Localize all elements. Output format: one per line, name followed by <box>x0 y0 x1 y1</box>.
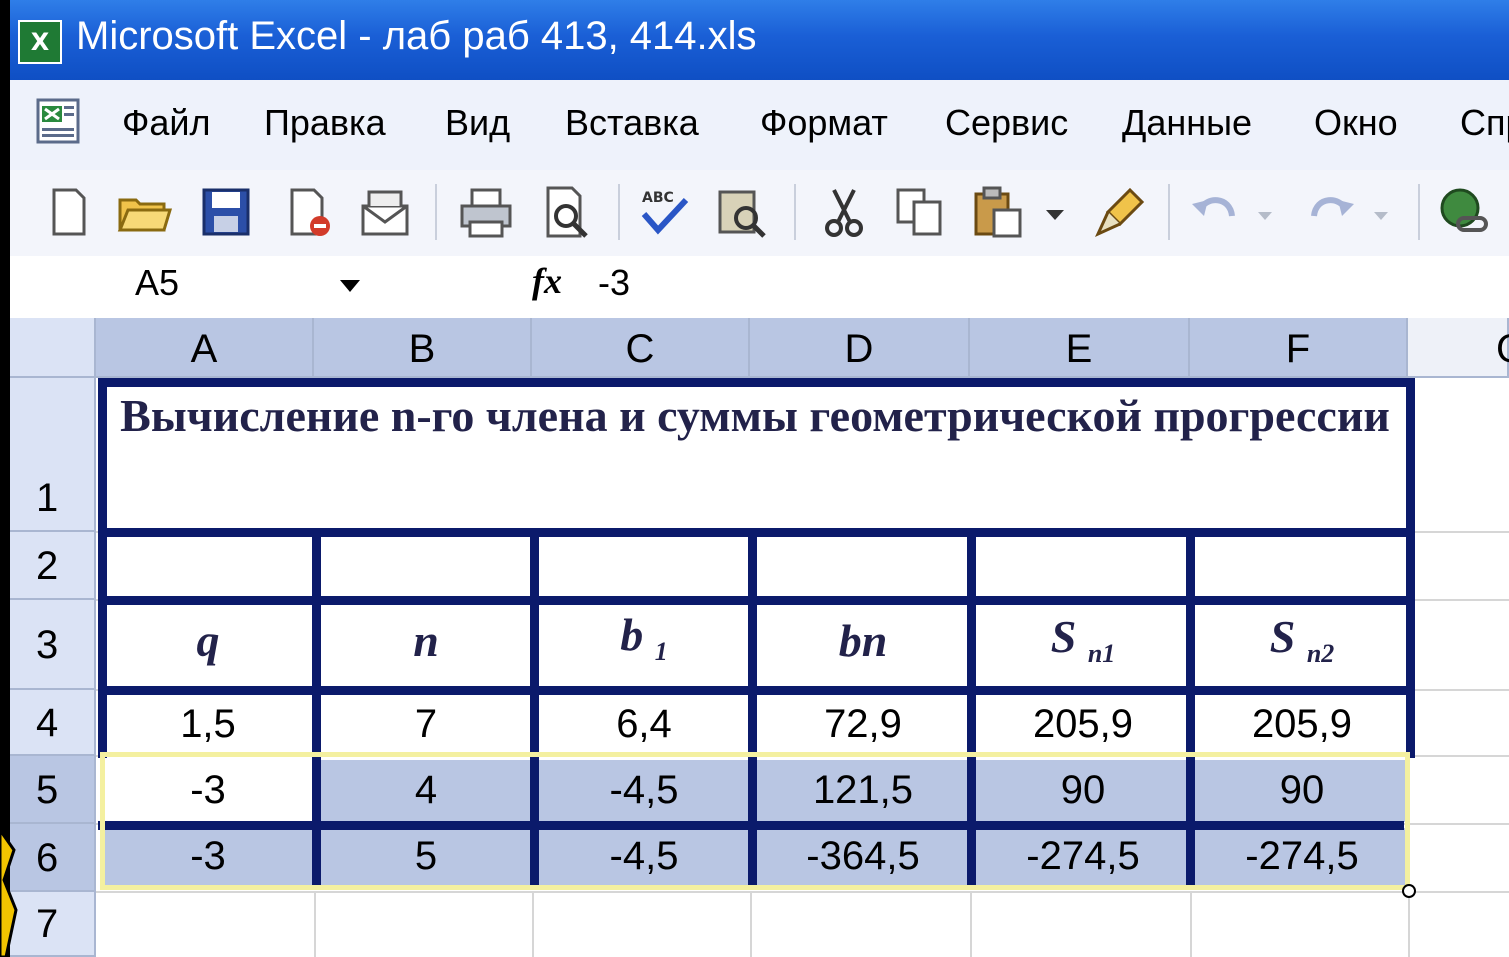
row-header-1[interactable]: 1 <box>10 378 96 532</box>
column-header-g[interactable]: G <box>1408 318 1509 378</box>
copy-icon[interactable] <box>890 182 950 242</box>
toolbar-separator <box>1168 184 1170 240</box>
header-bn-text: bn <box>838 615 888 666</box>
column-header-d[interactable]: D <box>750 318 970 378</box>
row-header-5[interactable]: 5 <box>10 756 96 824</box>
paste-dropdown-icon[interactable] <box>1040 182 1070 242</box>
print-icon[interactable] <box>456 182 516 242</box>
gridline <box>970 892 972 957</box>
header-q-text: q <box>196 615 220 666</box>
print-preview-icon[interactable] <box>538 182 598 242</box>
column-header-b[interactable]: B <box>314 318 532 378</box>
permission-icon[interactable] <box>280 182 340 242</box>
row-header-7[interactable]: 7 <box>10 892 96 957</box>
select-all-corner[interactable] <box>10 318 96 378</box>
table-border <box>1406 378 1415 758</box>
row-header-4[interactable]: 4 <box>10 690 96 756</box>
header-cell-q[interactable]: q <box>102 614 314 684</box>
cell-f4[interactable]: 205,9 <box>1196 702 1408 754</box>
cell-d4[interactable]: 72,9 <box>756 702 970 754</box>
gridline <box>314 892 316 957</box>
menu-format[interactable]: Формат <box>760 102 888 144</box>
cell-b4[interactable]: 7 <box>320 702 532 754</box>
hyperlink-icon[interactable] <box>1434 182 1494 242</box>
svg-text:ABC: ABC <box>642 190 674 206</box>
cut-icon[interactable] <box>814 182 874 242</box>
undo-dropdown-icon[interactable] <box>1250 182 1280 242</box>
formula-bar: A5 fx -3 <box>10 256 1509 318</box>
cell-a4[interactable]: 1,5 <box>102 702 314 754</box>
gridline <box>96 891 1509 893</box>
fill-handle[interactable] <box>1402 884 1416 898</box>
table-border <box>98 378 107 758</box>
header-sn2-text: S <box>1269 611 1296 662</box>
header-cell-bn[interactable]: bn <box>756 614 970 684</box>
header-cell-sn2[interactable]: S n2 <box>1196 610 1408 680</box>
header-b1-text: b <box>620 609 644 660</box>
formula-input[interactable]: -3 <box>598 262 630 304</box>
insert-function-icon[interactable]: fx <box>532 260 562 302</box>
column-header-c[interactable]: C <box>532 318 750 378</box>
name-box-dropdown-icon[interactable] <box>340 280 360 292</box>
worksheet-grid: A B C D E F G 1 2 3 4 5 6 7 Вычисление n… <box>10 318 1509 957</box>
gridline <box>750 892 752 957</box>
row-header-3[interactable]: 3 <box>10 600 96 690</box>
toolbar-separator <box>794 184 796 240</box>
gridline <box>1190 892 1192 957</box>
corner-decoration <box>0 827 18 957</box>
table-border <box>98 378 1411 387</box>
new-icon[interactable] <box>38 182 98 242</box>
standard-toolbar: ABC <box>10 170 1509 256</box>
open-icon[interactable] <box>114 182 174 242</box>
header-cell-b1[interactable]: b 1 <box>538 608 750 678</box>
title-bar: X Microsoft Excel - лаб раб 413, 414.xls <box>10 0 1509 80</box>
format-painter-icon[interactable] <box>1090 182 1150 242</box>
menu-window[interactable]: Окно <box>1314 102 1398 144</box>
undo-icon[interactable] <box>1186 182 1246 242</box>
header-cell-n[interactable]: n <box>320 614 532 684</box>
row-header-6[interactable]: 6 <box>10 824 96 892</box>
column-header-f[interactable]: F <box>1190 318 1408 378</box>
cell-c4[interactable]: 6,4 <box>538 702 750 754</box>
spelling-icon[interactable]: ABC <box>634 182 694 242</box>
header-sn1-sub: n1 <box>1087 639 1116 669</box>
toolbar-separator <box>618 184 620 240</box>
header-cell-sn1[interactable]: S n1 <box>976 610 1190 680</box>
menu-view[interactable]: Вид <box>445 102 510 144</box>
toolbar-separator <box>1418 184 1420 240</box>
menu-tools[interactable]: Сервис <box>945 102 1068 144</box>
gridline <box>532 892 534 957</box>
menu-file[interactable]: Файл <box>122 102 211 144</box>
cell-e4[interactable]: 205,9 <box>976 702 1190 754</box>
header-n-text: n <box>413 615 439 666</box>
selection-outline <box>100 752 1410 890</box>
column-header-e[interactable]: E <box>970 318 1190 378</box>
email-icon[interactable] <box>355 182 415 242</box>
paste-icon[interactable] <box>968 182 1028 242</box>
research-icon[interactable] <box>712 182 772 242</box>
menu-bar: Файл Правка Вид Вставка Формат Сервис Да… <box>10 80 1509 170</box>
menu-data[interactable]: Данные <box>1122 102 1252 144</box>
header-b1-sub: 1 <box>654 637 668 667</box>
menu-help[interactable]: Спр <box>1460 102 1509 144</box>
window-title: Microsoft Excel - лаб раб 413, 414.xls <box>76 14 757 58</box>
sheet-title-cell[interactable]: Вычисление n-го члена и суммы геометриче… <box>102 380 1408 528</box>
menu-edit[interactable]: Правка <box>264 102 386 144</box>
header-sn2-sub: n2 <box>1306 639 1335 669</box>
workbook-icon[interactable] <box>32 94 86 148</box>
excel-app-icon[interactable]: X <box>18 20 62 64</box>
toolbar-separator <box>435 184 437 240</box>
redo-dropdown-icon[interactable] <box>1366 182 1396 242</box>
header-sn1-text: S <box>1050 611 1077 662</box>
excel-window: X Microsoft Excel - лаб раб 413, 414.xls… <box>10 0 1509 957</box>
menu-insert[interactable]: Вставка <box>565 102 699 144</box>
row-header-2[interactable]: 2 <box>10 532 96 600</box>
save-icon[interactable] <box>196 182 256 242</box>
column-header-a[interactable]: A <box>96 318 314 378</box>
redo-icon[interactable] <box>1300 182 1360 242</box>
name-box[interactable]: A5 <box>135 262 179 304</box>
